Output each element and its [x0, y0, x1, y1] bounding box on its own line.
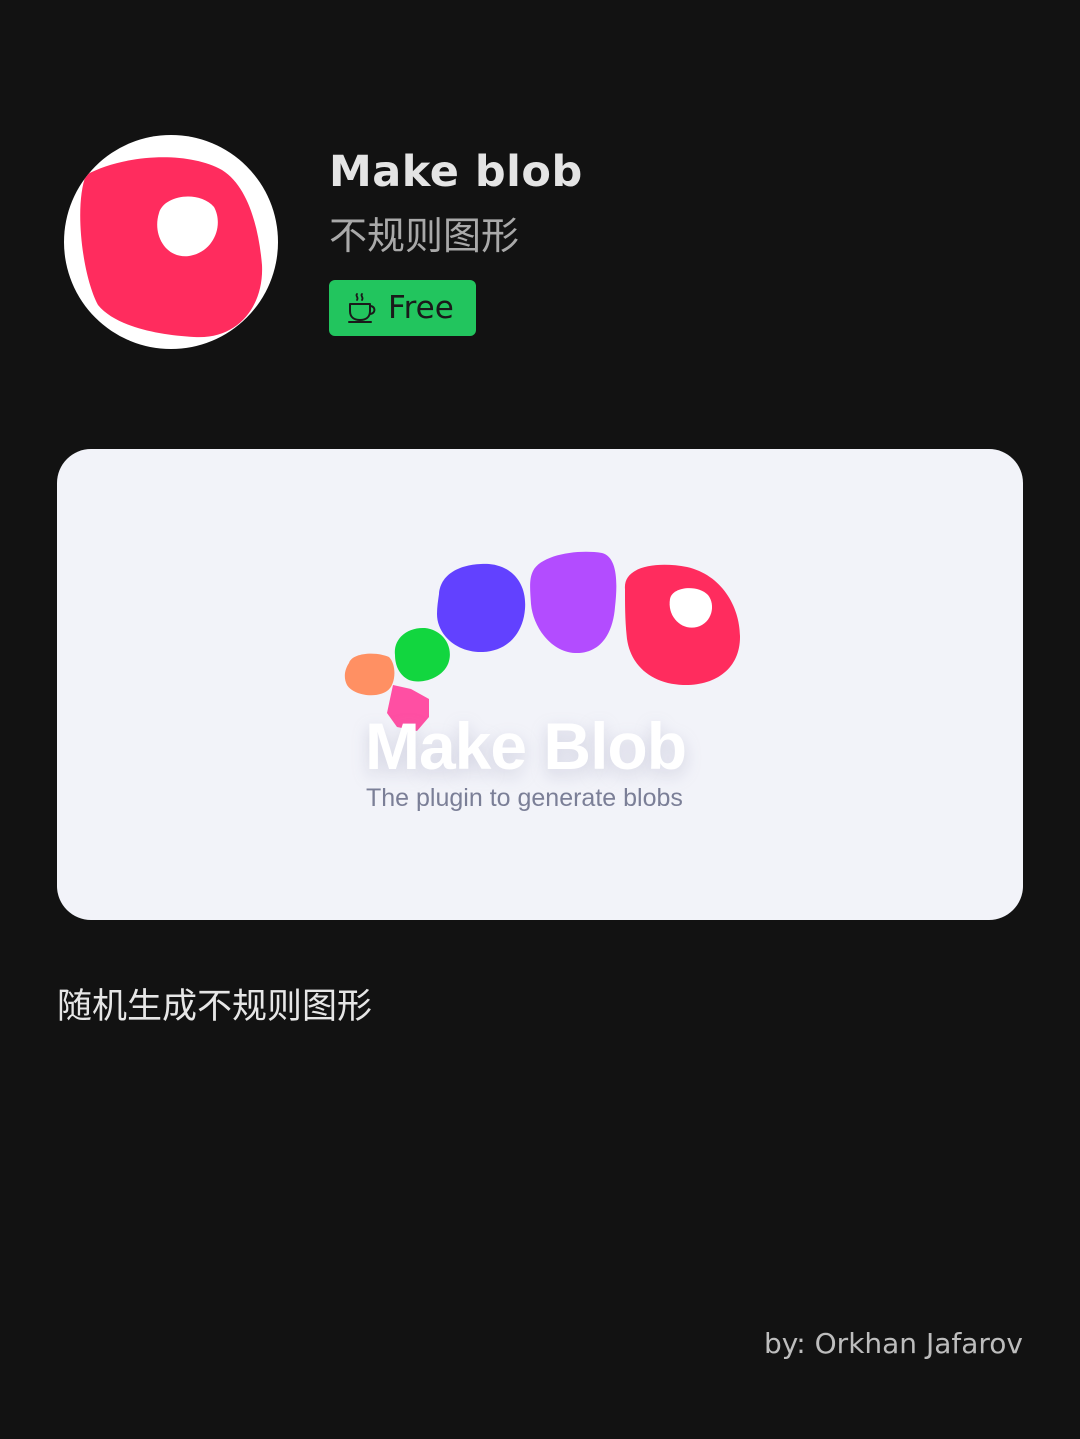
app-icon	[64, 135, 278, 349]
orange-blob	[344, 653, 395, 696]
blob-illustration	[344, 551, 740, 731]
price-badge[interactable]: Free	[329, 280, 476, 336]
app-subtitle: 不规则图形	[329, 214, 520, 258]
app-title: Make blob	[329, 147, 583, 197]
green-blob	[394, 627, 450, 682]
price-label: Free	[388, 290, 454, 326]
preview-card: Make Blob The plugin to generate blobs	[57, 449, 1023, 920]
purple-blob	[530, 551, 617, 654]
brand-title: Make Blob	[365, 709, 687, 783]
author-credit: by: Orkhan Jafarov	[764, 1327, 1023, 1360]
brand-tagline: The plugin to generate blobs	[366, 784, 683, 812]
blob-logo-icon	[80, 157, 263, 338]
coffee-cup-icon	[348, 293, 376, 323]
plugin-description: 随机生成不规则图形	[57, 987, 373, 1027]
indigo-blob	[437, 563, 526, 653]
